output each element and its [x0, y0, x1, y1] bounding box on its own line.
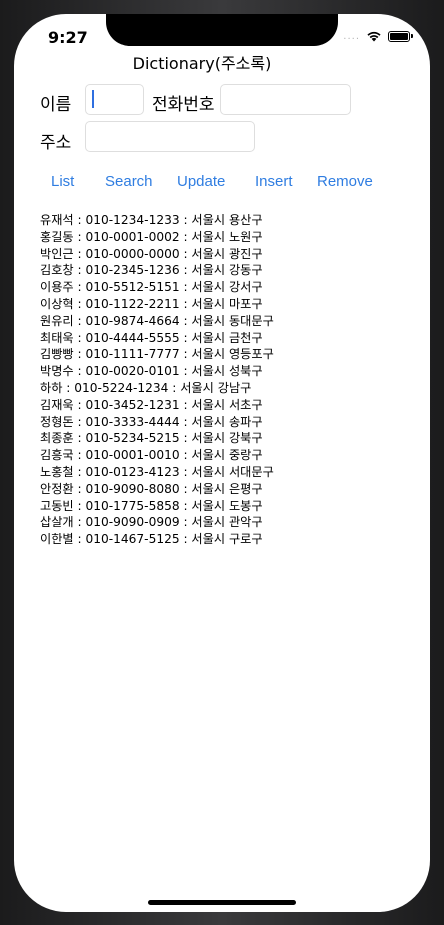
- phone-label: 전화번호: [152, 95, 215, 115]
- list-item: 안정환 : 010-9090-8080 : 서울시 은평구: [40, 481, 263, 496]
- list-item: 정형돈 : 010-3333-4444 : 서울시 송파구: [40, 414, 263, 429]
- list-item: 김호창 : 010-2345-1236 : 서울시 강동구: [40, 263, 263, 278]
- text-caret: [92, 90, 94, 108]
- list-item: 최종훈 : 010-5234-5215 : 서울시 강북구: [40, 431, 263, 446]
- app-screen: 9:27 .... Dictionary(주소록) 이름 전화번호 주소 Lis…: [14, 14, 430, 912]
- address-label: 주소: [40, 133, 72, 153]
- device-notch: [106, 14, 338, 46]
- list-item: 박명수 : 010-0020-0101 : 서울시 성북구: [40, 364, 263, 379]
- search-button[interactable]: Search: [105, 173, 153, 190]
- signal-icon: ....: [343, 30, 360, 42]
- name-label: 이름: [40, 95, 72, 115]
- phone-input[interactable]: [220, 84, 351, 115]
- list-item: 원유리 : 010-9874-4664 : 서울시 동대문구: [40, 313, 274, 328]
- address-input[interactable]: [85, 121, 255, 152]
- results-list: 유재석 : 010-1234-1233 : 서울시 용산구 홍길동 : 010-…: [40, 212, 274, 548]
- list-item: 삽살개 : 010-9090-0909 : 서울시 관악구: [40, 515, 263, 530]
- list-item: 고동빈 : 010-1775-5858 : 서울시 도봉구: [40, 498, 263, 513]
- status-time: 9:27: [48, 28, 88, 47]
- list-item: 이한별 : 010-1467-5125 : 서울시 구로구: [40, 532, 263, 547]
- list-item: 김빵빵 : 010-1111-7777 : 서울시 영등포구: [40, 347, 274, 362]
- wifi-icon: [367, 31, 381, 42]
- device-frame: 9:27 .... Dictionary(주소록) 이름 전화번호 주소 Lis…: [0, 0, 444, 925]
- list-item: 김재욱 : 010-3452-1231 : 서울시 서초구: [40, 397, 263, 412]
- list-item: 하하 : 010-5224-1234 : 서울시 강남구: [40, 380, 252, 395]
- remove-button[interactable]: Remove: [317, 173, 373, 190]
- list-button[interactable]: List: [51, 173, 74, 190]
- insert-button[interactable]: Insert: [255, 173, 293, 190]
- list-item: 이상혁 : 010-1122-2211 : 서울시 마포구: [40, 296, 263, 311]
- list-item: 노홍철 : 010-0123-4123 : 서울시 서대문구: [40, 464, 274, 479]
- status-icons: ....: [343, 30, 413, 42]
- page-title: Dictionary(주소록): [132, 54, 272, 73]
- list-item: 홍길동 : 010-0001-0002 : 서울시 노원구: [40, 229, 263, 244]
- list-item: 이용주 : 010-5512-5151 : 서울시 강서구: [40, 280, 263, 295]
- update-button[interactable]: Update: [177, 173, 225, 190]
- list-item: 최태욱 : 010-4444-5555 : 서울시 금천구: [40, 330, 263, 345]
- list-item: 김흥국 : 010-0001-0010 : 서울시 중랑구: [40, 448, 263, 463]
- home-indicator[interactable]: [148, 900, 296, 905]
- list-item: 박인근 : 010-0000-0000 : 서울시 광진구: [40, 246, 263, 261]
- list-item: 유재석 : 010-1234-1233 : 서울시 용산구: [40, 213, 263, 227]
- battery-icon: [388, 30, 413, 42]
